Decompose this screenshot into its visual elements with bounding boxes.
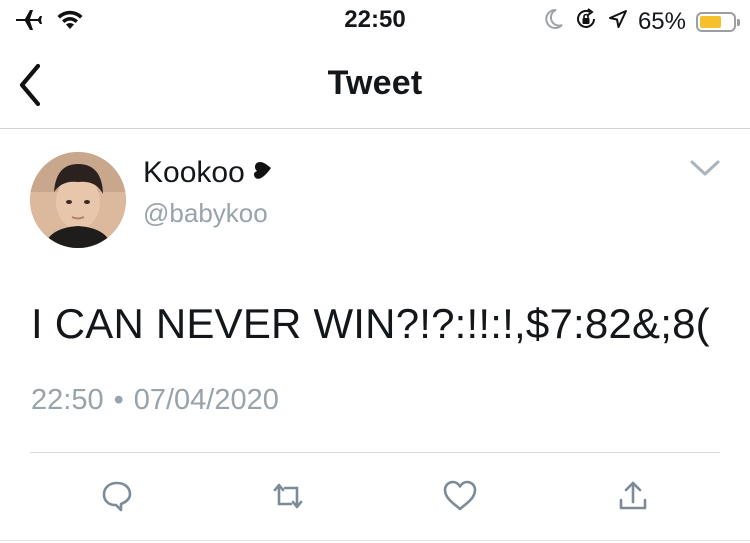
rotation-lock-icon xyxy=(574,7,598,36)
share-icon xyxy=(619,481,647,510)
username[interactable]: @babykoo xyxy=(143,198,268,229)
battery-icon xyxy=(696,11,740,32)
tweet-text: I CAN NEVER WIN?!?:!!:!,$7:82&;8( xyxy=(31,300,710,347)
display-name[interactable]: Kookoo xyxy=(143,156,275,190)
battery-fill xyxy=(700,15,721,28)
heart-emoji-icon xyxy=(249,156,275,190)
avatar-image xyxy=(30,152,126,248)
battery-percent: 65% xyxy=(637,7,686,35)
tweet-meta: 22:50 • 07/04/2020 xyxy=(31,384,279,417)
like-button[interactable] xyxy=(438,474,482,518)
battery-nub xyxy=(737,18,740,26)
status-right: 65% xyxy=(544,7,740,36)
like-icon xyxy=(443,480,477,511)
retweet-button[interactable] xyxy=(266,474,310,518)
tweet-time: 22:50 xyxy=(31,384,104,416)
bottom-divider xyxy=(0,540,750,541)
retweet-icon xyxy=(273,483,303,509)
page-title: Tweet xyxy=(327,64,423,102)
tweet-date: 07/04/2020 xyxy=(133,384,279,416)
meta-separator: • xyxy=(113,384,124,416)
actions-divider xyxy=(30,452,720,453)
avatar[interactable] xyxy=(30,152,126,248)
moon-icon xyxy=(544,8,564,35)
share-button[interactable] xyxy=(611,474,655,518)
reply-button[interactable] xyxy=(95,474,139,518)
nav-divider xyxy=(0,128,750,129)
display-name-text: Kookoo xyxy=(143,156,245,189)
chevron-down-icon xyxy=(690,160,720,176)
reply-icon xyxy=(102,481,132,512)
more-options-button[interactable] xyxy=(688,156,722,180)
location-icon xyxy=(608,9,628,34)
